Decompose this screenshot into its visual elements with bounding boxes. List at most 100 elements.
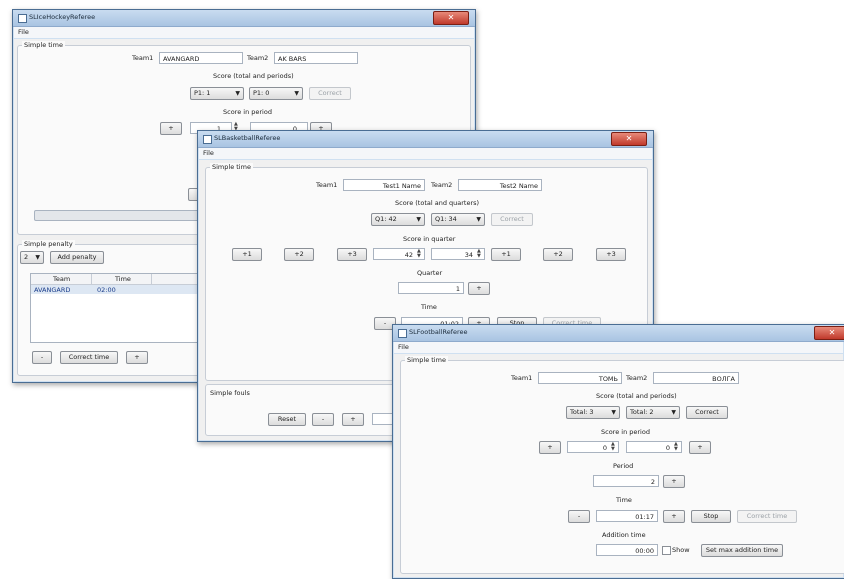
score-combo-team1[interactable]: Total: 3 ▼ [566,406,620,419]
football-simple-time-group: Simple time Team1 ТОМЬ Team2 ВОЛГА Score… [400,356,844,574]
column-divider [91,274,92,284]
minus-button[interactable]: + [160,122,182,135]
table-row[interactable]: AVANGARD 02:00 [31,285,211,294]
grid-header: Team Time [31,274,211,285]
fouls-minus-button[interactable]: - [312,413,334,426]
time-input[interactable]: 01:17 [596,510,658,522]
score-label: Score (total and periods) [596,392,677,400]
football-title: SLFootballReferee [409,328,468,336]
football-menubar: File [394,342,843,353]
period-plus-button[interactable]: + [663,475,685,488]
close-icon[interactable]: ✕ [611,132,647,146]
score-plus-team2-button[interactable]: + [689,441,711,454]
plus1-team2-button[interactable]: +1 [491,248,521,261]
time-plus-button[interactable]: + [663,510,685,523]
show-label: Show [672,546,690,554]
spinner-icon[interactable]: ▲ ▼ [674,442,680,452]
dropdown-arrow-icon: ▼ [294,90,299,97]
team1-input[interactable]: ТОМЬ [538,372,622,384]
dropdown-arrow-icon: ▼ [235,90,240,97]
add-penalty-button[interactable]: Add penalty [50,251,104,264]
group-label: Simple time [405,356,448,364]
combo-value: P1: 1 [194,89,211,97]
dropdown-arrow-icon: ▼ [611,409,616,416]
plus2-team2-button[interactable]: +2 [543,248,573,261]
team2-label: Team2 [626,374,648,382]
combo-value: Q1: 42 [375,215,397,223]
team1-input[interactable]: Test1 Name [343,179,425,191]
correct-button[interactable]: Correct [491,213,533,226]
menu-file[interactable]: File [398,343,409,351]
time-minus-button[interactable]: - [568,510,590,523]
col-team-header[interactable]: Team [53,275,70,283]
spinner-icon[interactable]: ▲ ▼ [611,442,617,452]
hockey-menubar: File [14,27,474,38]
close-icon[interactable]: ✕ [433,11,469,25]
group-label: Simple time [22,41,65,49]
hockey-title: SLIceHockeyReferee [29,13,96,21]
combo-value: 2 [24,253,29,261]
plus1-team1-button[interactable]: +1 [232,248,262,261]
period-input[interactable]: 2 [593,475,659,487]
show-checkbox[interactable] [662,546,671,555]
menu-file[interactable]: File [18,28,29,36]
spinner-icon[interactable]: ▲ ▼ [417,249,423,259]
score-combo-team2[interactable]: Total: 2 ▼ [626,406,680,419]
dropdown-arrow-icon: ▼ [671,409,676,416]
score-combo-team1[interactable]: P1: 1 ▼ [190,87,244,100]
plus3-team1-button[interactable]: +3 [337,248,367,261]
time-label: Time [616,496,632,504]
col-time-header[interactable]: Time [115,275,131,283]
team1-input[interactable]: AVANGARD [159,52,243,64]
time-progress-bar [34,210,206,221]
period-label: Period [613,462,634,470]
stop-button[interactable]: Stop [691,510,731,523]
score-combo-team2[interactable]: P1: 0 ▼ [249,87,303,100]
dropdown-arrow-icon: ▼ [476,216,481,223]
spinner-icon[interactable]: ▲ ▼ [477,249,483,259]
cell-team: AVANGARD [34,286,71,294]
combo-value: P1: 0 [253,89,270,97]
score-label: Score (total and periods) [213,72,294,80]
team2-label: Team2 [431,181,453,189]
quarter-plus-button[interactable]: + [468,282,490,295]
team1-label: Team1 [511,374,533,382]
dropdown-arrow-icon: ▼ [416,216,421,223]
plus2-team1-button[interactable]: +2 [284,248,314,261]
score-combo-team2[interactable]: Q1: 34 ▼ [431,213,485,226]
quarter-input[interactable]: 1 [398,282,464,294]
dropdown-arrow-icon: ▼ [35,254,40,261]
team2-input[interactable]: AK BARS [274,52,358,64]
penalty-combo[interactable]: 2 ▼ [20,251,44,264]
close-icon[interactable]: ✕ [814,326,844,340]
addition-time-input[interactable]: 00:00 [596,544,658,556]
football-window: SLFootballReferee ✕ File Simple time Tea… [392,324,844,579]
quarter-label: Quarter [417,269,443,277]
basketball-titlebar[interactable]: SLBasketballReferee ✕ [198,131,653,148]
score-plus-team1-button[interactable]: + [539,441,561,454]
plus3-team2-button[interactable]: +3 [596,248,626,261]
correct-time-button[interactable]: Correct time [60,351,118,364]
reset-button[interactable]: Reset [268,413,306,426]
correct-time-button[interactable]: Correct time [737,510,797,523]
column-divider [151,274,152,284]
time-label: Time [421,303,437,311]
score-combo-team1[interactable]: Q1: 42 ▼ [371,213,425,226]
correct-button[interactable]: Correct [309,87,351,100]
combo-value: Total: 3 [570,408,594,416]
score-period-label: Score in period [223,108,272,116]
set-max-addition-time-button[interactable]: Set max addition time [701,544,783,557]
app-icon [203,135,212,144]
football-titlebar[interactable]: SLFootballReferee ✕ [393,325,844,342]
correct-button[interactable]: Correct [686,406,728,419]
team2-input[interactable]: ВОЛГА [653,372,739,384]
score-quarter-label: Score in quarter [403,235,456,243]
fouls-plus-button[interactable]: + [342,413,364,426]
team1-label: Team1 [132,54,154,62]
menu-file[interactable]: File [203,149,214,157]
combo-value: Q1: 34 [435,215,457,223]
plus-button[interactable]: + [126,351,148,364]
hockey-titlebar[interactable]: SLIceHockeyReferee ✕ [13,10,475,27]
team2-input[interactable]: Test2 Name [458,179,542,191]
minus-button[interactable]: - [32,351,52,364]
